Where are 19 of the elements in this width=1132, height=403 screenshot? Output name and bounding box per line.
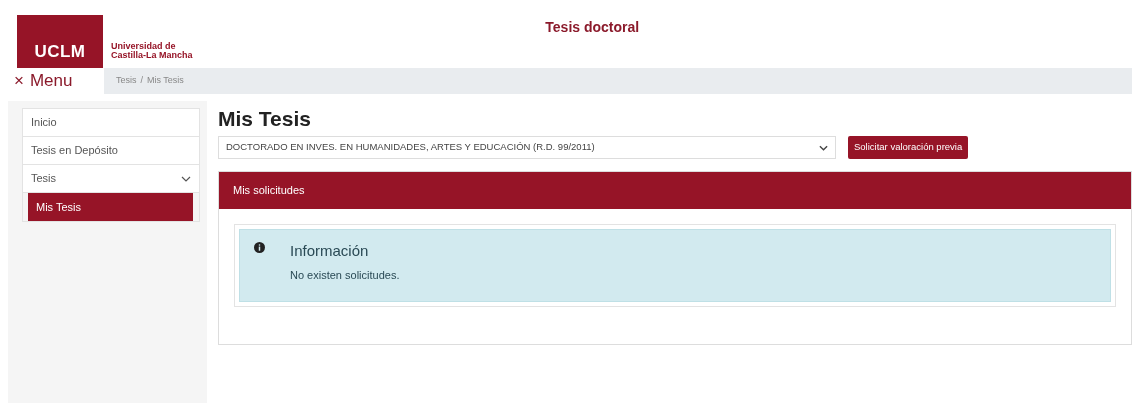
alert-title: Información bbox=[290, 241, 370, 261]
sidebar-item[interactable]: Inicio bbox=[23, 109, 199, 137]
logo[interactable]: UCLM bbox=[17, 15, 103, 68]
page-title: Tesis doctoral bbox=[545, 18, 640, 37]
program-select[interactable]: DOCTORADO EN INVES. EN HUMANIDADES, ARTES Y EDUCACIÓN (R.D. 99/2011) bbox=[218, 136, 836, 159]
request-button[interactable]: Solicitar valoración previa bbox=[848, 136, 969, 159]
sidebar-item[interactable]: Mis Tesis bbox=[28, 193, 193, 221]
sidebar-item[interactable]: Tesis en Depósito bbox=[23, 137, 199, 165]
university-name: Castilla-La Mancha bbox=[111, 51, 193, 60]
breadcrumb-separator: / bbox=[140, 74, 144, 88]
chevron-icon bbox=[819, 144, 828, 151]
info-icon bbox=[254, 242, 265, 253]
chevron-icon bbox=[181, 175, 191, 182]
panel-title: Mis solicitudes bbox=[233, 183, 305, 199]
menu-toggle[interactable]: × Menu bbox=[14, 68, 100, 94]
alert-message: No existen solicitudes. bbox=[290, 267, 400, 283]
page-heading: Mis Tesis bbox=[218, 106, 312, 132]
university-name: Universidad de bbox=[111, 42, 177, 51]
sidebar-item[interactable]: Tesis bbox=[23, 165, 199, 193]
